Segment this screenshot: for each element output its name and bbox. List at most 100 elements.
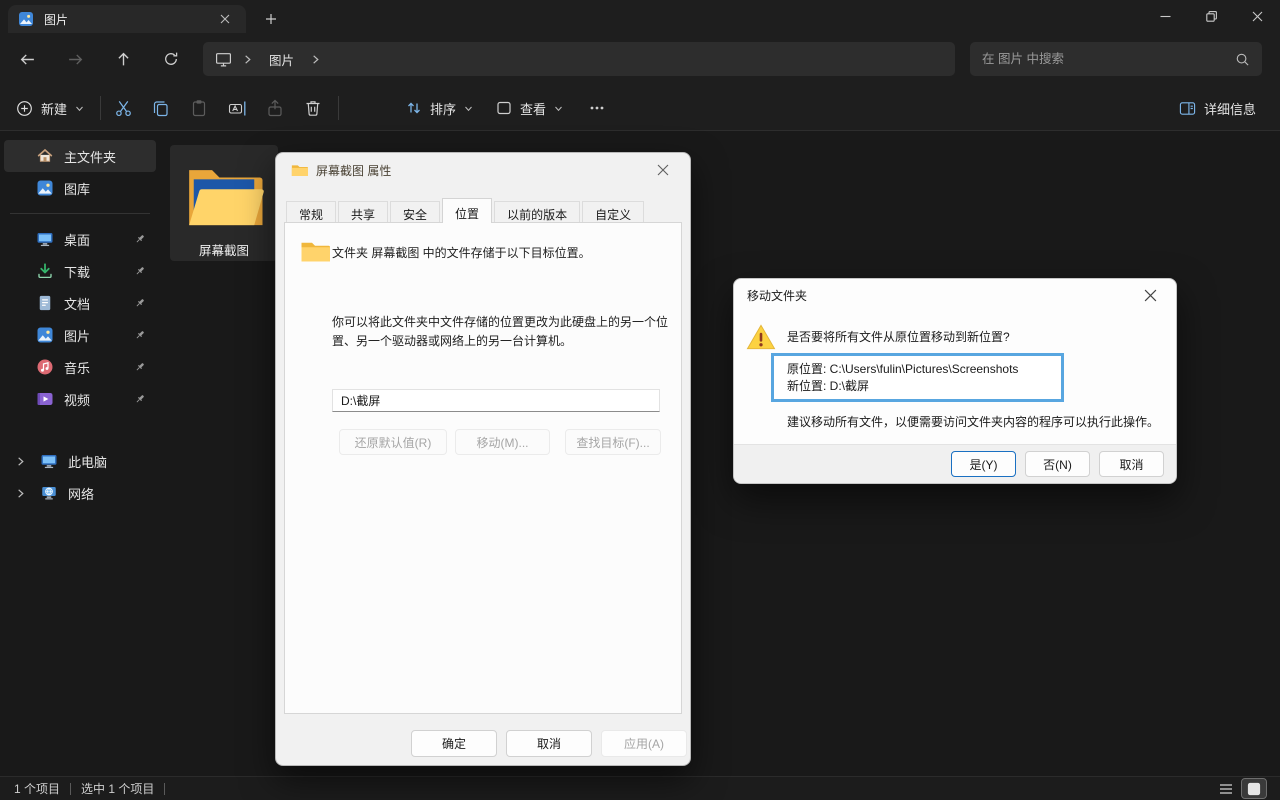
forward-button[interactable] — [57, 42, 93, 76]
more-options-button[interactable] — [578, 91, 616, 125]
pin-icon — [134, 329, 146, 341]
refresh-button[interactable] — [153, 42, 189, 76]
address-bar[interactable]: 图片 — [203, 42, 955, 76]
home-icon — [36, 147, 54, 165]
copy-button[interactable] — [142, 91, 180, 125]
close-button[interactable] — [1234, 0, 1280, 33]
tab-security[interactable]: 安全 — [390, 201, 440, 223]
properties-close-icon[interactable] — [651, 158, 675, 182]
sort-button-label: 排序 — [430, 99, 456, 118]
location-path-input[interactable] — [332, 389, 660, 412]
sidebar-spacer — [0, 415, 160, 445]
details-pane-button[interactable]: 详细信息 — [1169, 91, 1266, 125]
pin-icon — [134, 297, 146, 309]
sidebar-divider — [10, 213, 150, 214]
minimize-button[interactable] — [1142, 0, 1188, 33]
details-view-toggle[interactable] — [1214, 779, 1238, 798]
new-button[interactable]: 新建 — [6, 91, 94, 125]
sidebar-item-this-pc[interactable]: 此电脑 — [4, 445, 156, 477]
move-dialog-footer: 是(Y) 否(N) 取消 — [734, 444, 1176, 483]
chevron-right-icon[interactable] — [310, 54, 321, 65]
chevron-right-icon[interactable] — [242, 54, 253, 65]
move-cancel-button[interactable]: 取消 — [1099, 451, 1164, 477]
sidebar-item-music[interactable]: 音乐 — [4, 351, 156, 383]
window-controls — [1142, 0, 1280, 33]
move-dialog-title: 移动文件夹 — [747, 287, 807, 304]
back-button[interactable] — [9, 42, 45, 76]
apply-button[interactable]: 应用(A) — [601, 730, 687, 757]
view-button[interactable]: 查看 — [486, 91, 573, 125]
search-box — [970, 42, 1262, 76]
details-pane-icon — [1179, 100, 1196, 117]
yes-button[interactable]: 是(Y) — [951, 451, 1016, 477]
properties-dialog-titlebar: 屏幕截图 属性 — [276, 153, 690, 187]
thumbnail-view-toggle[interactable] — [1242, 779, 1266, 798]
videos-icon — [36, 390, 54, 408]
tab-sharing[interactable]: 共享 — [338, 201, 388, 223]
sidebar-item-desktop[interactable]: 桌面 — [4, 223, 156, 255]
sidebar-item-network[interactable]: 网络 — [4, 477, 156, 509]
network-icon — [40, 484, 58, 502]
search-icon[interactable] — [1235, 52, 1250, 67]
pictures-icon — [36, 326, 54, 344]
breadcrumb-pictures[interactable]: 图片 — [263, 48, 300, 71]
tab-location[interactable]: 位置 — [442, 198, 492, 223]
pin-icon — [134, 265, 146, 277]
cancel-button[interactable]: 取消 — [506, 730, 592, 757]
tab-close-icon[interactable] — [214, 8, 236, 30]
location-description-text: 你可以将此文件夹中文件存储的位置更改为此硬盘上的另一个位置、另一个驱动器或网络上… — [332, 313, 668, 351]
restore-button[interactable] — [1188, 0, 1234, 33]
find-target-button[interactable]: 查找目标(F)... — [565, 429, 661, 455]
tab-general[interactable]: 常规 — [286, 201, 336, 223]
location-highlight-box: 原位置: C:\Users\fulin\Pictures\Screenshots… — [771, 353, 1064, 402]
item-count: 1 个项目 — [14, 780, 60, 797]
explorer-tab-pictures[interactable]: 图片 — [8, 5, 246, 33]
expand-chevron-icon[interactable] — [10, 456, 30, 467]
search-input[interactable] — [982, 52, 1235, 66]
sidebar-item-pictures[interactable]: 图片 — [4, 319, 156, 351]
plus-circle-icon — [16, 100, 33, 117]
chevron-down-icon — [464, 104, 473, 113]
location-tab-panel: 文件夹 屏幕截图 中的文件存储于以下目标位置。 你可以将此文件夹中文件存储的位置… — [284, 222, 682, 714]
sidebar-item-gallery[interactable]: 图库 — [4, 172, 156, 204]
rename-button[interactable] — [218, 91, 256, 125]
sidebar-item-videos[interactable]: 视频 — [4, 383, 156, 415]
move-dialog-titlebar: 移动文件夹 — [734, 279, 1176, 311]
sidebar-item-label: 主文件夹 — [64, 147, 156, 166]
sidebar-item-documents[interactable]: 文档 — [4, 287, 156, 319]
sidebar-item-downloads[interactable]: 下载 — [4, 255, 156, 287]
no-button[interactable]: 否(N) — [1025, 451, 1090, 477]
expand-chevron-icon[interactable] — [10, 488, 30, 499]
navigation-pane: 主文件夹 图库 桌面 下载 文档 — [0, 132, 160, 776]
sort-button[interactable]: 排序 — [396, 91, 483, 125]
warning-icon — [746, 323, 776, 351]
properties-dialog: 屏幕截图 属性 常规 共享 安全 位置 以前的版本 自定义 文件夹 屏幕截图 中… — [275, 152, 691, 766]
properties-tab-strip: 常规 共享 安全 位置 以前的版本 自定义 — [286, 198, 646, 223]
find-target-label: 查找目标(F)... — [576, 434, 649, 451]
open-folder-icon — [180, 150, 268, 238]
desktop-folder-icon — [36, 230, 54, 248]
delete-button[interactable] — [294, 91, 332, 125]
move-button-label: 移动(M)... — [477, 434, 529, 451]
move-close-icon[interactable] — [1137, 282, 1163, 308]
folder-tile-screenshots[interactable]: 屏幕截图 — [170, 145, 278, 261]
chevron-down-icon — [554, 104, 563, 113]
view-button-label: 查看 — [520, 99, 546, 118]
status-divider — [164, 783, 165, 795]
properties-dialog-title: 屏幕截图 属性 — [316, 162, 391, 179]
documents-icon — [36, 294, 54, 312]
tab-customize[interactable]: 自定义 — [582, 201, 644, 223]
view-icon — [496, 100, 512, 116]
sidebar-item-home[interactable]: 主文件夹 — [4, 140, 156, 172]
up-button[interactable] — [105, 42, 141, 76]
move-button[interactable]: 移动(M)... — [455, 429, 550, 455]
paste-button[interactable] — [180, 91, 218, 125]
tab-previous-versions[interactable]: 以前的版本 — [494, 201, 580, 223]
restore-default-button[interactable]: 还原默认值(R) — [339, 429, 447, 455]
cut-button[interactable] — [104, 91, 142, 125]
pin-icon — [134, 233, 146, 245]
new-tab-button[interactable] — [258, 8, 284, 30]
downloads-icon — [36, 262, 54, 280]
share-button[interactable] — [256, 91, 294, 125]
ok-button[interactable]: 确定 — [411, 730, 497, 757]
